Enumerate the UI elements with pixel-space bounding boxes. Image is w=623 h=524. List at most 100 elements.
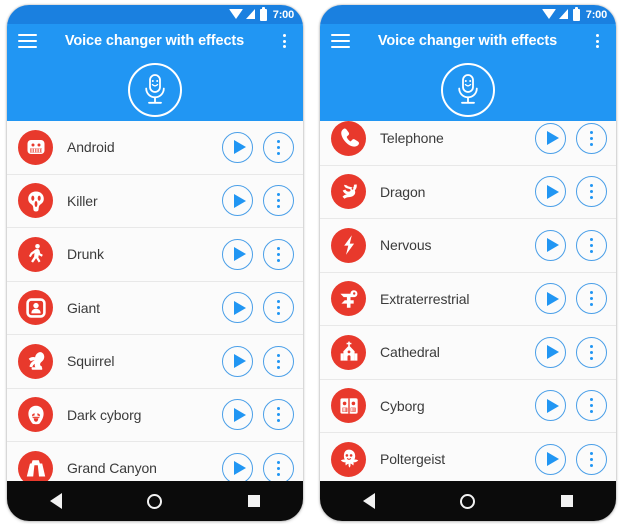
list-item[interactable]: Poltergeist bbox=[320, 433, 616, 481]
app-bar: Voice changer with effects bbox=[7, 24, 303, 58]
more-options-icon[interactable] bbox=[576, 336, 607, 368]
dragon-head-icon bbox=[331, 174, 366, 210]
more-options-icon[interactable] bbox=[576, 176, 607, 208]
wifi-icon bbox=[541, 9, 556, 19]
effect-name: Poltergeist bbox=[380, 451, 446, 468]
screenshot-stage: 7:00 Voice changer with effects Android … bbox=[0, 0, 623, 524]
list-item[interactable]: Giant bbox=[7, 281, 303, 335]
more-options-icon[interactable] bbox=[263, 345, 294, 377]
status-bar: 7:00 bbox=[320, 5, 616, 24]
microphone-smiley-icon[interactable] bbox=[441, 62, 495, 117]
overflow-menu-icon[interactable] bbox=[589, 32, 605, 50]
signal-icon bbox=[245, 9, 255, 19]
battery-icon bbox=[259, 6, 267, 21]
more-options-icon[interactable] bbox=[576, 122, 607, 154]
status-icon-group: 7:00 bbox=[228, 6, 294, 21]
effect-name: Android bbox=[67, 139, 115, 156]
play-icon[interactable] bbox=[222, 292, 253, 324]
right-phone: 7:00 Voice changer with effects Telephon… bbox=[320, 5, 616, 521]
nav-back-icon[interactable] bbox=[362, 493, 375, 509]
status-time: 7:00 bbox=[272, 8, 294, 21]
play-icon[interactable] bbox=[535, 336, 566, 368]
app-bar: Voice changer with effects bbox=[320, 24, 616, 58]
effect-name: Drunk bbox=[67, 246, 104, 263]
cyborg-face-icon bbox=[331, 388, 366, 424]
hamburger-menu-icon[interactable] bbox=[331, 34, 350, 48]
more-options-icon[interactable] bbox=[576, 443, 607, 475]
play-icon[interactable] bbox=[535, 443, 566, 475]
more-options-icon[interactable] bbox=[263, 238, 294, 270]
play-icon[interactable] bbox=[222, 131, 253, 163]
list-item[interactable]: Dragon bbox=[320, 165, 616, 219]
list-item[interactable]: Cyborg bbox=[320, 379, 616, 433]
play-icon[interactable] bbox=[222, 185, 253, 217]
list-item[interactable]: Extraterrestrial bbox=[320, 272, 616, 326]
nav-recents-icon[interactable] bbox=[248, 495, 261, 507]
canyon-mesa-icon bbox=[18, 450, 53, 481]
microphone-smiley-icon[interactable] bbox=[128, 62, 182, 117]
nav-home-icon[interactable] bbox=[460, 493, 476, 509]
nav-back-icon[interactable] bbox=[49, 493, 62, 509]
giant-head-icon bbox=[18, 290, 53, 326]
play-icon[interactable] bbox=[222, 452, 253, 481]
signal-icon bbox=[558, 9, 568, 19]
mic-hero-area bbox=[320, 58, 616, 121]
list-item[interactable]: Cathedral bbox=[320, 326, 616, 380]
ghost-face-mask-icon bbox=[18, 183, 53, 219]
list-item[interactable]: Nervous bbox=[320, 219, 616, 273]
android-navigation-bar bbox=[7, 481, 303, 521]
play-icon[interactable] bbox=[222, 345, 253, 377]
effect-name: Grand Canyon bbox=[67, 460, 157, 477]
more-options-icon[interactable] bbox=[263, 185, 294, 217]
android-navigation-bar bbox=[320, 481, 616, 521]
wifi-icon bbox=[228, 9, 243, 19]
play-icon[interactable] bbox=[535, 390, 566, 422]
dark-helmet-icon bbox=[18, 397, 53, 433]
effect-name: Extraterrestrial bbox=[380, 290, 470, 307]
cathedral-church-icon bbox=[331, 334, 366, 370]
list-item[interactable]: Killer bbox=[7, 174, 303, 228]
play-icon[interactable] bbox=[535, 229, 566, 261]
status-bar: 7:00 bbox=[7, 5, 303, 24]
list-item[interactable]: Squirrel bbox=[7, 335, 303, 389]
effect-name: Squirrel bbox=[67, 353, 115, 370]
more-options-icon[interactable] bbox=[263, 131, 294, 163]
effects-list[interactable]: Android Killer Drunk Giant Squirrel Dark cybo… bbox=[7, 121, 303, 481]
telephone-handset-icon bbox=[331, 121, 366, 156]
nav-recents-icon[interactable] bbox=[561, 495, 574, 507]
more-options-icon[interactable] bbox=[576, 283, 607, 315]
effect-name: Killer bbox=[67, 192, 98, 209]
nav-home-icon[interactable] bbox=[147, 493, 163, 509]
lightning-bolt-icon bbox=[331, 227, 366, 263]
play-icon[interactable] bbox=[535, 176, 566, 208]
play-icon[interactable] bbox=[535, 122, 566, 154]
squirrel-icon bbox=[18, 343, 53, 379]
effect-name: Dark cyborg bbox=[67, 406, 142, 423]
effect-name: Nervous bbox=[380, 237, 432, 254]
alien-head-icon bbox=[331, 281, 366, 317]
page-title: Voice changer with effects bbox=[64, 33, 245, 49]
list-item[interactable]: Dark cyborg bbox=[7, 388, 303, 442]
play-icon[interactable] bbox=[222, 238, 253, 270]
effect-name: Giant bbox=[67, 299, 100, 316]
overflow-menu-icon[interactable] bbox=[276, 32, 292, 50]
list-item[interactable]: Android bbox=[7, 121, 303, 175]
page-title: Voice changer with effects bbox=[377, 33, 558, 49]
more-options-icon[interactable] bbox=[263, 452, 294, 481]
effect-name: Cathedral bbox=[380, 344, 440, 361]
list-item[interactable]: Grand Canyon bbox=[7, 442, 303, 481]
more-options-icon[interactable] bbox=[576, 390, 607, 422]
ghost-icon bbox=[331, 441, 366, 477]
list-item[interactable]: Telephone bbox=[320, 121, 616, 166]
more-options-icon[interactable] bbox=[263, 399, 294, 431]
status-time: 7:00 bbox=[585, 8, 607, 21]
play-icon[interactable] bbox=[222, 399, 253, 431]
effect-name: Telephone bbox=[380, 130, 444, 147]
battery-icon bbox=[572, 6, 580, 21]
list-item[interactable]: Drunk bbox=[7, 228, 303, 282]
more-options-icon[interactable] bbox=[263, 292, 294, 324]
play-icon[interactable] bbox=[535, 283, 566, 315]
effects-list[interactable]: Telephone Dragon Nervous Extraterrestrial Ca… bbox=[320, 121, 616, 481]
more-options-icon[interactable] bbox=[576, 229, 607, 261]
hamburger-menu-icon[interactable] bbox=[18, 34, 37, 48]
